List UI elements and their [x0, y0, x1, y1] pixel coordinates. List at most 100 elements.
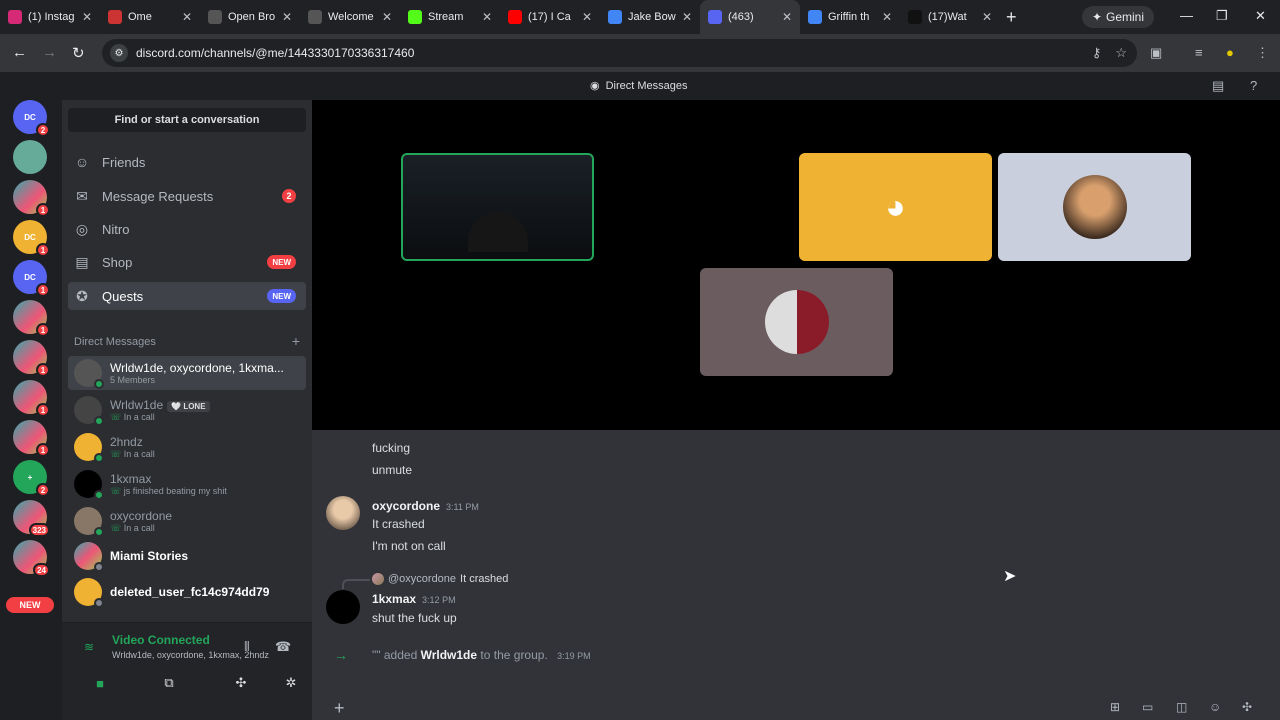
server-icon[interactable]: 323 — [13, 500, 50, 537]
attach-plus-icon[interactable]: + — [334, 698, 345, 719]
browser-tab[interactable]: Ome ✕ — [100, 0, 200, 34]
tab-close-icon[interactable]: ✕ — [582, 10, 592, 24]
nav-quests[interactable]: ✪ Quests NEW — [68, 282, 306, 310]
author-avatar[interactable] — [326, 496, 360, 530]
url-bar[interactable]: ⚙ discord.com/channels/@me/1443330170336… — [102, 39, 1137, 67]
bookmark-star-icon[interactable]: ☆ — [1115, 45, 1127, 61]
browser-tab[interactable]: Jake Bow ✕ — [600, 0, 700, 34]
system-actor[interactable]: "" — [372, 648, 381, 662]
gift-icon[interactable]: ⊞ — [1110, 700, 1120, 714]
media-controls-icon[interactable]: ≡ — [1195, 45, 1203, 60]
server-icon[interactable]: 1 — [13, 180, 50, 217]
activities-button[interactable]: ✣ — [210, 671, 272, 695]
reload-icon[interactable]: ↻ — [72, 44, 85, 62]
sticker-icon[interactable]: ◫ — [1176, 700, 1187, 714]
dm-item[interactable]: oxycordone ☏ In a call — [68, 504, 306, 538]
create-dm-icon[interactable]: + — [292, 334, 300, 348]
inbox-icon[interactable]: ▤ — [1212, 78, 1224, 94]
reply-mention[interactable]: @oxycordone — [388, 573, 456, 585]
tab-close-icon[interactable]: ✕ — [982, 10, 992, 24]
browser-tab[interactable]: (1) Instag ✕ — [0, 0, 100, 34]
new-tab-icon[interactable]: + — [1006, 7, 1017, 28]
nav-nitro[interactable]: ◎ Nitro — [68, 215, 306, 243]
back-icon[interactable]: ← — [12, 44, 27, 61]
new-unreads-pill[interactable]: NEW — [6, 597, 54, 613]
nav-friends[interactable]: ☺ Friends — [68, 148, 306, 176]
browser-tab[interactable]: Welcome ✕ — [300, 0, 400, 34]
tab-close-icon[interactable]: ✕ — [682, 10, 692, 24]
find-conversation-button[interactable]: Find or start a conversation — [68, 108, 306, 132]
dm-item[interactable]: Wrldw1de, oxycordone, 1kxma... 5 Members — [68, 356, 306, 390]
help-icon[interactable]: ? — [1250, 78, 1257, 93]
message-author[interactable]: oxycordone 3:11 PM — [372, 499, 479, 513]
gif-icon[interactable]: ▭ — [1142, 700, 1153, 714]
author-avatar[interactable] — [326, 590, 360, 624]
video-tile-camera[interactable] — [401, 153, 594, 261]
browser-tab[interactable]: Griffin th ✕ — [800, 0, 900, 34]
tab-close-icon[interactable]: ✕ — [82, 10, 92, 24]
browser-tab[interactable]: Stream ✕ — [400, 0, 500, 34]
reply-preview[interactable]: @oxycordone It crashed — [372, 573, 508, 585]
dm-subtitle: ☏ In a call — [110, 412, 210, 423]
status-dot — [94, 598, 104, 608]
nav-message-requests[interactable]: ✉ Message Requests 2 — [68, 182, 306, 210]
password-key-icon[interactable]: ⚷ — [1092, 45, 1102, 61]
video-tile-avatar-2[interactable] — [700, 268, 893, 376]
forward-icon[interactable]: → — [42, 44, 57, 61]
gemini-button[interactable]: ✦ Gemini — [1082, 6, 1154, 28]
close-window-icon[interactable]: ✕ — [1255, 8, 1266, 24]
server-icon[interactable]: DC 1 — [13, 220, 50, 257]
server-icon[interactable]: 1 — [13, 340, 50, 377]
server-icon[interactable]: +2 — [13, 460, 50, 497]
video-tile-discord-avatar[interactable]: ◕ — [799, 153, 992, 261]
dm-item[interactable]: 2hndz ☏ In a call — [68, 430, 306, 464]
nav-shop[interactable]: ▤ Shop NEW — [68, 248, 306, 276]
server-icon[interactable]: 1 — [13, 380, 50, 417]
message-author[interactable]: 1kxmax 3:12 PM — [372, 592, 456, 606]
server-icon[interactable]: DC 1 — [13, 260, 50, 297]
browser-tab[interactable]: (463) ✕ — [700, 0, 800, 34]
emoji-icon[interactable]: ☺ — [1209, 700, 1221, 714]
tab-close-icon[interactable]: ✕ — [482, 10, 492, 24]
disconnect-icon[interactable]: ☎ — [275, 639, 291, 655]
server-icon[interactable]: 24 — [13, 540, 50, 577]
tab-close-icon[interactable]: ✕ — [382, 10, 392, 24]
apps-icon[interactable]: ✣ — [1242, 700, 1252, 714]
tab-close-icon[interactable]: ✕ — [182, 10, 192, 24]
minimize-icon[interactable]: — — [1180, 8, 1193, 23]
tab-close-icon[interactable]: ✕ — [782, 10, 792, 24]
dm-subtitle-text: 5 Members — [110, 375, 156, 385]
tab-close-icon[interactable]: ✕ — [282, 10, 292, 24]
top-title: Direct Messages — [605, 79, 688, 92]
author-name[interactable]: oxycordone — [372, 499, 440, 513]
side-panel-icon[interactable]: ▣ — [1150, 45, 1162, 61]
tab-favicon-icon — [608, 10, 622, 24]
video-tile-avatar[interactable] — [998, 153, 1191, 261]
user-avatar — [764, 290, 829, 354]
server-icon[interactable]: 1 — [13, 420, 50, 457]
profile-icon[interactable]: ● — [1226, 45, 1234, 60]
soundboard-button[interactable]: ✲ — [276, 671, 306, 695]
message-input-bar[interactable]: + ⊞ ▭ ◫ ☺ ✣ — [312, 696, 1280, 720]
site-info-icon[interactable]: ⚙ — [110, 44, 128, 62]
dm-item[interactable]: deleted_user_fc14c974dd79 — [68, 575, 306, 609]
browser-tab[interactable]: (17) I Ca ✕ — [500, 0, 600, 34]
camera-button[interactable]: ■ — [70, 671, 130, 695]
menu-icon[interactable]: ⋮ — [1256, 45, 1269, 61]
noise-suppression-icon[interactable]: ⦀ — [244, 639, 250, 655]
voice-status[interactable]: Video Connected — [112, 633, 210, 647]
server-icon[interactable]: 1 — [13, 300, 50, 337]
author-name[interactable]: 1kxmax — [372, 592, 416, 606]
maximize-icon[interactable]: ❐ — [1216, 8, 1228, 24]
browser-tab[interactable]: Open Bro ✕ — [200, 0, 300, 34]
dm-item[interactable]: 1kxmax ☏ js finished beating my shit — [68, 467, 306, 501]
dm-item[interactable]: Miami Stories — [68, 539, 306, 573]
dm-item[interactable]: Wrldw1de 🤍 LONE ☏ In a call — [68, 393, 306, 427]
screen-share-button[interactable]: ⧉ — [138, 671, 200, 695]
server-icon[interactable] — [13, 140, 47, 174]
tab-close-icon[interactable]: ✕ — [882, 10, 892, 24]
system-target[interactable]: Wrldw1de — [421, 648, 477, 662]
server-icon[interactable]: DC 2 — [13, 100, 50, 137]
message-line: unmute — [372, 463, 413, 477]
browser-tab[interactable]: (17)Wat ✕ — [900, 0, 1000, 34]
